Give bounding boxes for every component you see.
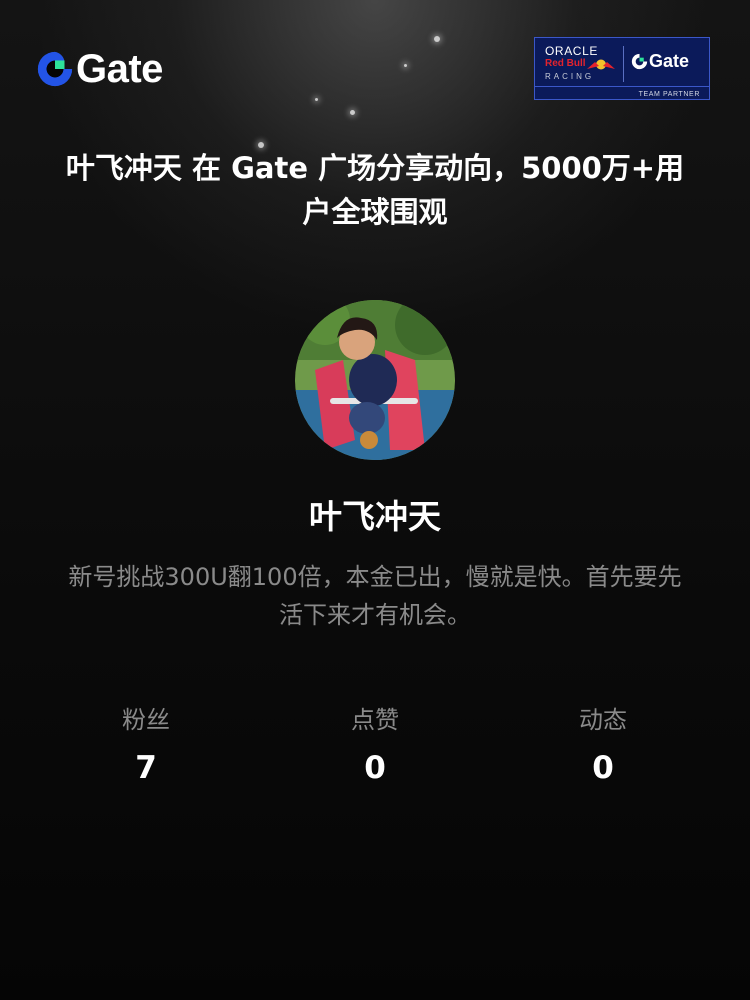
stat-posts: 动态 0 (503, 700, 703, 796)
logo-text: Gate (76, 47, 163, 91)
gate-logo-icon (37, 51, 73, 87)
stat-value: 0 (364, 750, 386, 786)
badge-divider (623, 46, 624, 82)
avatar-photo (295, 300, 455, 460)
sparkle (315, 98, 318, 101)
stat-followers: 粉丝 7 (46, 700, 246, 796)
oracle-text: ORACLE (545, 44, 598, 58)
red-bull-emblem-icon (587, 59, 615, 70)
stat-label: 点赞 (351, 706, 399, 734)
profile-stats: 粉丝 7 点赞 0 动态 0 (0, 700, 750, 800)
stat-label: 粉丝 (122, 706, 170, 734)
team-partner-caption: TEAM PARTNER (638, 91, 700, 98)
redbull-text: Red Bull (545, 58, 586, 69)
stat-value: 7 (135, 750, 157, 786)
profile-bio: 新号挑战300U翻100倍，本金已出，慢就是快。首先要先活下来才有机会。 (68, 563, 682, 629)
stat-value: 0 (592, 750, 614, 786)
racing-text: RACING (545, 72, 595, 81)
partner-gate-text: Gate (649, 51, 690, 71)
gate-logo-icon (631, 53, 648, 70)
team-partner-badge: ORACLE Red Bull RACING Gate TEAM PARTNER (534, 37, 710, 100)
partner-gate-logo: Gate (631, 51, 690, 71)
profile-name: 叶飞冲天 (309, 497, 441, 536)
stat-label: 动态 (579, 706, 627, 734)
gate-logo: Gate (36, 47, 163, 91)
sparkle (350, 110, 355, 115)
stat-likes: 点赞 0 (275, 700, 475, 796)
sparkle (404, 64, 407, 67)
avatar (295, 300, 455, 460)
sparkle (434, 36, 440, 42)
headline: 叶飞冲天 在 Gate 广场分享动向，5000万+用户全球围观 (65, 151, 685, 229)
